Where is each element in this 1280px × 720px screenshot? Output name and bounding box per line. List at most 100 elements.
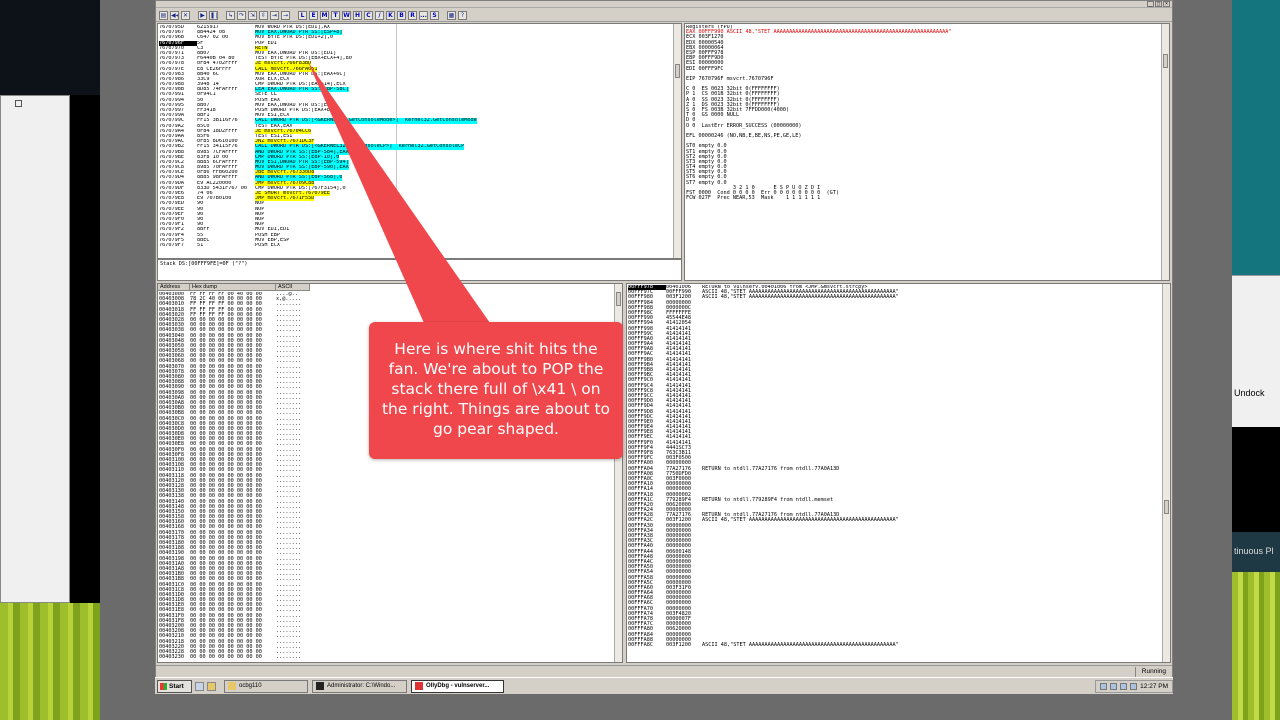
- dump-row[interactable]: 00403230 00 00 00 00 00 00 00 00........: [158, 654, 615, 661]
- stack-comment: RETURN to ntdll.779289F4 from ntdll.mems…: [702, 496, 834, 503]
- window-button-c[interactable]: C: [364, 10, 373, 20]
- stack-address: 00FFFA8C: [628, 641, 653, 648]
- window-button-b[interactable]: B: [397, 10, 406, 20]
- grid-icon[interactable]: ▦: [447, 10, 456, 20]
- instruction-address: 767079F7: [159, 242, 184, 248]
- taskbar: Start ocbg110 Administrator: C:\Windo...…: [155, 677, 1173, 694]
- ollydbg-window: FileViewDebugPluginsOptionsWindowHelp _ …: [155, 0, 1173, 677]
- system-tray: 12:27 PM: [1095, 679, 1173, 693]
- continuous-label: tinuous Pl: [1234, 546, 1274, 556]
- host-dark-region: [0, 0, 100, 95]
- vm-frame-bottom: [155, 694, 1173, 720]
- instruction-hex: 51: [197, 242, 204, 248]
- host-right-strip: Undock tinuous Pl: [1232, 0, 1280, 720]
- trace-over-icon[interactable]: ⇳: [259, 10, 268, 20]
- status-text: Running: [1134, 667, 1166, 677]
- task-label: ocbg110: [239, 682, 262, 689]
- window-button-s[interactable]: S: [430, 10, 439, 20]
- help-icon[interactable]: ?: [458, 10, 467, 20]
- rewind-icon[interactable]: ◀◀: [170, 10, 179, 20]
- start-label: Start: [169, 682, 184, 690]
- host-wallpaper-right: [1232, 572, 1280, 720]
- window-controls: _ □ ×: [1147, 1, 1170, 7]
- folder-icon: [228, 682, 236, 690]
- cpu-disassembly-pane[interactable]: 7670795D 6215917 MOV WORD PTR DS:[EDI],AX 7…: [157, 23, 682, 259]
- stack-value: 003F1200: [666, 641, 691, 648]
- instruction-mnemonic: PUSH ECX: [255, 242, 280, 248]
- maximize-button[interactable]: □: [1155, 1, 1162, 7]
- ollydbg-bug-icon: [415, 682, 423, 690]
- info-pane: Stack DS:[00FFF9FE]=0F ("?"): [157, 259, 682, 281]
- task-ocbg110[interactable]: ocbg110: [224, 679, 308, 693]
- dump-ascii: ........: [276, 654, 301, 661]
- go-to-icon[interactable]: →: [281, 10, 290, 20]
- stack-comment: ASCII 48,"STET AAAAAAAAAAAAAAAAAAAAAAAAA…: [702, 517, 899, 524]
- show-desktop-icon[interactable]: [195, 681, 204, 691]
- clock[interactable]: 12:27 PM: [1140, 683, 1168, 690]
- stack-row[interactable]: 00FFFA8C 003F1200 ASCII 48,"STET AAAAAAAAA…: [628, 641, 1164, 648]
- explorer-icon[interactable]: [207, 681, 216, 691]
- callout-text: Here is where shit hits the fan. We're a…: [381, 340, 611, 438]
- status-bar: Running: [156, 665, 1172, 677]
- dump-hex: 00 00 00 00 00 00 00 00: [190, 654, 262, 661]
- task-label: OllyDbg - vulnserver...: [426, 682, 490, 689]
- trace-into-icon[interactable]: ⇲: [248, 10, 257, 20]
- task-cmd[interactable]: Administrator: C:\Windo...: [312, 679, 407, 693]
- window-button-w[interactable]: W: [342, 10, 351, 20]
- registers-pane[interactable]: Registers (FPU) EAX 00FFF990 ASCII 48,"ST…: [684, 23, 1170, 281]
- info-line: Stack DS:[00FFF9FE]=0F ("?"): [160, 261, 248, 267]
- menu-bar: FileViewDebugPluginsOptionsWindowHelp _ …: [156, 1, 1172, 18]
- window-button-dots[interactable]: ...: [419, 10, 428, 20]
- stack-scrollbar[interactable]: [1162, 284, 1170, 662]
- stack-comment: ASCII 48,"STET AAAAAAAAAAAAAAAAAAAAAAAAA…: [702, 294, 899, 301]
- dump-address: 00403230: [159, 654, 184, 661]
- window-button-k[interactable]: K: [386, 10, 395, 20]
- disassembly-row[interactable]: 767079F7 51 PUSH ECX: [159, 243, 669, 248]
- task-ollydbg[interactable]: OllyDbg - vulnserver...: [411, 679, 504, 693]
- close-button[interactable]: ×: [1163, 1, 1170, 7]
- network-icon[interactable]: [1100, 682, 1108, 690]
- register-line[interactable]: FCW 027F Prec NEAR,53 Mask 1 1 1 1 1 1: [686, 195, 1158, 201]
- step-into-icon[interactable]: ↳: [226, 10, 235, 20]
- register-list[interactable]: Registers (FPU) EAX 00FFF990 ASCII 48,"ST…: [686, 25, 1158, 280]
- console-icon: [316, 682, 324, 690]
- power-icon[interactable]: [1130, 682, 1138, 690]
- host-wallpaper-left: [0, 603, 100, 720]
- start-button[interactable]: Start: [157, 679, 192, 693]
- host-black-panel: [1232, 427, 1280, 532]
- run-icon[interactable]: ▶: [198, 10, 207, 20]
- stack-comment: ASCII 48,"STET AAAAAAAAAAAAAAAAAAAAAAAAA…: [702, 641, 899, 648]
- execute-till-return-icon[interactable]: ⇥: [270, 10, 279, 20]
- window-button-l[interactable]: L: [298, 10, 307, 20]
- cpu-scrollbar[interactable]: [673, 24, 681, 258]
- host-black-strip: [70, 95, 100, 603]
- pause-icon[interactable]: ❚❚: [209, 10, 218, 20]
- minimize-button[interactable]: _: [1147, 1, 1154, 7]
- window-button-m[interactable]: M: [320, 10, 329, 20]
- volume-icon[interactable]: [1120, 682, 1128, 690]
- dump-header-address[interactable]: Address: [158, 284, 190, 291]
- window-button-t[interactable]: T: [331, 10, 340, 20]
- stack-list[interactable]: 00FFF978 00401006 RETURN to vulnserv.00401…: [628, 285, 1164, 662]
- flag-tray-icon[interactable]: [1110, 682, 1118, 690]
- close-icon[interactable]: ✕: [181, 10, 190, 20]
- undock-button[interactable]: Undock: [1234, 388, 1265, 398]
- open-icon[interactable]: ▤: [159, 10, 168, 20]
- stack-pane[interactable]: 00FFF978 00401006 RETURN to vulnserv.00401…: [626, 283, 1171, 663]
- annotation-callout: Here is where shit hits the fan. We're a…: [369, 322, 623, 459]
- window-button-e[interactable]: E: [309, 10, 318, 20]
- toolbar: ▤◀◀✕ ▶❚❚ ↳↷⇲⇳⇥→ LEMTWHC/KBR...S ▦?: [156, 9, 1172, 22]
- dump-header-hex[interactable]: Hex dump: [190, 284, 276, 291]
- dump-header-ascii[interactable]: ASCII: [276, 284, 310, 291]
- task-label: Administrator: C:\Windo...: [327, 682, 396, 689]
- registers-scrollbar[interactable]: [1161, 24, 1169, 280]
- step-over-icon[interactable]: ↷: [237, 10, 246, 20]
- restore-icon[interactable]: [15, 100, 22, 107]
- disassembly-list[interactable]: 7670795D 6215917 MOV WORD PTR DS:[EDI],AX 7…: [159, 25, 669, 258]
- instruction-text: PUSH ECX: [255, 243, 665, 248]
- host-undock-panel[interactable]: Undock: [1232, 275, 1280, 427]
- window-button-slash[interactable]: /: [375, 10, 384, 20]
- host-side-window[interactable]: [0, 95, 70, 603]
- window-button-h[interactable]: H: [353, 10, 362, 20]
- window-button-r[interactable]: R: [408, 10, 417, 20]
